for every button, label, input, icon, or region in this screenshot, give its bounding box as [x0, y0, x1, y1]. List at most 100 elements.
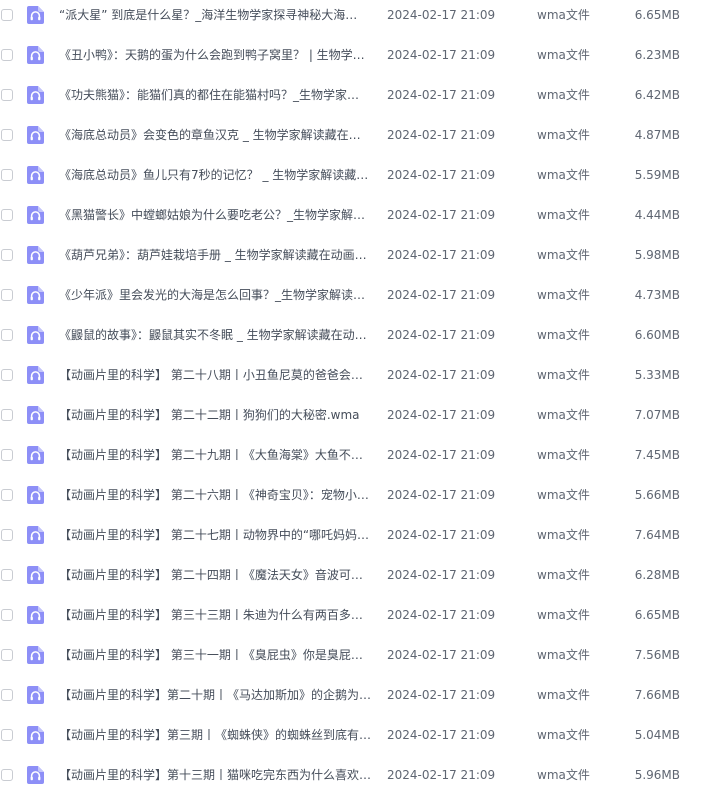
row-checkbox[interactable]	[1, 89, 13, 101]
row-checkbox[interactable]	[1, 609, 13, 621]
file-date: 2024-02-17 21:09	[387, 288, 496, 302]
row-checkbox[interactable]	[1, 129, 13, 141]
row-checkbox[interactable]	[1, 329, 13, 341]
file-name[interactable]: 【动画片里的科学】 第二十九期丨《大鱼海棠》大鱼不是…	[59, 447, 371, 463]
file-name[interactable]: 《鼹鼠的故事》：鼹鼠其实不冬眠 _ 生物学家解读藏在动…	[59, 327, 371, 343]
file-row[interactable]: 【动画片里的科学】 第三十一期丨《臭屁虫》你是臭屁虫… 2024-02-17 2…	[0, 636, 702, 676]
audio-headphones-icon	[27, 286, 44, 304]
file-name[interactable]: 《海底总动员》会变色的章鱼汉克 _ 生物学家解读藏在动…	[59, 127, 371, 143]
file-row[interactable]: 【动画片里的科学】 第三十三期丨朱迪为什么有两百多个… 2024-02-17 2…	[0, 596, 702, 636]
file-name[interactable]: 【动画片里的科学】 第二十四期丨《魔法天女》音波可以…	[59, 567, 371, 583]
file-name[interactable]: 《功夫熊猫》：能猫们真的都住在能猫村吗？_生物学家…	[59, 87, 371, 103]
file-row[interactable]: 【动画片里的科学】第十三期丨猫咪吃完东西为什么喜欢… 2024-02-17 21…	[0, 756, 702, 796]
file-name[interactable]: 【动画片里的科学】 第二十八期丨小丑鱼尼莫的爸爸会变…	[59, 367, 371, 383]
file-row[interactable]: 《黑猫警长》中螳螂姑娘为什么要吃老公？_生物学家解… 2024-02-17 21…	[0, 196, 702, 236]
file-name[interactable]: 《海底总动员》鱼儿只有7秒的记忆？ _ 生物学家解读藏…	[59, 167, 371, 183]
file-row[interactable]: 【动画片里的科学】第三期丨《蜘蛛侠》的蜘蛛丝到底有… 2024-02-17 21…	[0, 716, 702, 756]
file-row[interactable]: 《鼹鼠的故事》：鼹鼠其实不冬眠 _ 生物学家解读藏在动… 2024-02-17 …	[0, 316, 702, 356]
audio-headphones-icon	[27, 446, 44, 464]
row-checkbox[interactable]	[1, 529, 13, 541]
file-row[interactable]: 【动画片里的科学】 第二十四期丨《魔法天女》音波可以… 2024-02-17 2…	[0, 556, 702, 596]
file-type: wma文件	[537, 568, 590, 582]
file-type: wma文件	[537, 608, 590, 622]
file-list: “派大星” 到底是什么星？_海洋生物学家探寻神秘大海… 2024-02-17 2…	[0, 0, 702, 789]
audio-headphones-icon	[27, 326, 44, 344]
file-name[interactable]: “派大星” 到底是什么星？_海洋生物学家探寻神秘大海…	[59, 7, 371, 23]
audio-headphones-icon	[27, 566, 44, 584]
file-name[interactable]: 【动画片里的科学】第十三期丨猫咪吃完东西为什么喜欢…	[59, 767, 371, 783]
file-date: 2024-02-17 21:09	[387, 648, 496, 662]
file-type: wma文件	[537, 248, 590, 262]
audio-headphones-icon	[27, 606, 44, 624]
file-size: 6.28MB	[634, 568, 680, 582]
file-size: 5.98MB	[634, 248, 680, 262]
row-checkbox[interactable]	[1, 449, 13, 461]
file-size: 6.60MB	[634, 328, 680, 342]
file-row[interactable]: 《海底总动员》鱼儿只有7秒的记忆？ _ 生物学家解读藏… 2024-02-17 …	[0, 156, 702, 196]
file-type: wma文件	[537, 8, 590, 22]
file-row[interactable]: 【动画片里的科学】 第二十二期丨狗狗们的大秘密.wma 2024-02-17 2…	[0, 396, 702, 436]
file-type: wma文件	[537, 688, 590, 702]
row-checkbox[interactable]	[1, 9, 13, 21]
file-name[interactable]: 《葫芦兄弟》：葫芦娃栽培手册 _ 生物学家解读藏在动画…	[59, 247, 371, 263]
file-row[interactable]: 【动画片里的科学】 第二十八期丨小丑鱼尼莫的爸爸会变… 2024-02-17 2…	[0, 356, 702, 396]
row-checkbox[interactable]	[1, 649, 13, 661]
row-checkbox[interactable]	[1, 249, 13, 261]
file-type: wma文件	[537, 768, 590, 782]
file-type: wma文件	[537, 528, 590, 542]
file-size: 5.33MB	[634, 368, 680, 382]
file-row[interactable]: 【动画片里的科学】 第二十九期丨《大鱼海棠》大鱼不是… 2024-02-17 2…	[0, 436, 702, 476]
file-size: 6.65MB	[634, 8, 680, 22]
file-row[interactable]: 《少年派》里会发光的大海是怎么回事？_生物学家解读… 2024-02-17 21…	[0, 276, 702, 316]
file-row[interactable]: “派大星” 到底是什么星？_海洋生物学家探寻神秘大海… 2024-02-17 2…	[0, 0, 702, 36]
file-date: 2024-02-17 21:09	[387, 368, 496, 382]
row-checkbox[interactable]	[1, 569, 13, 581]
audio-headphones-icon	[27, 406, 44, 424]
file-size: 4.87MB	[634, 128, 680, 142]
file-size: 7.66MB	[634, 688, 680, 702]
file-row[interactable]: 《葫芦兄弟》：葫芦娃栽培手册 _ 生物学家解读藏在动画… 2024-02-17 …	[0, 236, 702, 276]
file-type: wma文件	[537, 448, 590, 462]
row-checkbox[interactable]	[1, 289, 13, 301]
file-date: 2024-02-17 21:09	[387, 488, 496, 502]
file-name[interactable]: 【动画片里的科学】第三期丨《蜘蛛侠》的蜘蛛丝到底有…	[59, 727, 371, 743]
row-checkbox[interactable]	[1, 49, 13, 61]
file-type: wma文件	[537, 728, 590, 742]
file-row[interactable]: 《功夫熊猫》：能猫们真的都住在能猫村吗？_生物学家… 2024-02-17 21…	[0, 76, 702, 116]
file-date: 2024-02-17 21:09	[387, 208, 496, 222]
row-checkbox[interactable]	[1, 769, 13, 781]
file-name[interactable]: 【动画片里的科学】 第二十六期丨《神奇宝贝》：宠物小…	[59, 487, 371, 503]
file-name[interactable]: 《少年派》里会发光的大海是怎么回事？_生物学家解读…	[59, 287, 371, 303]
file-name[interactable]: 【动画片里的科学】 第二十二期丨狗狗们的大秘密.wma	[59, 407, 371, 423]
audio-headphones-icon	[27, 726, 44, 744]
file-type: wma文件	[537, 328, 590, 342]
file-type: wma文件	[537, 128, 590, 142]
row-checkbox[interactable]	[1, 729, 13, 741]
row-checkbox[interactable]	[1, 409, 13, 421]
file-date: 2024-02-17 21:09	[387, 168, 496, 182]
file-row[interactable]: 【动画片里的科学】 第二十七期丨动物界中的“哪吒妈妈… 2024-02-17 2…	[0, 516, 702, 556]
file-name[interactable]: 《丑小鸭》：天鹅的蛋为什么会跑到鸭子窝里？ | 生物学…	[59, 47, 371, 63]
row-checkbox[interactable]	[1, 489, 13, 501]
row-checkbox[interactable]	[1, 689, 13, 701]
file-name[interactable]: 【动画片里的科学】 第三十一期丨《臭屁虫》你是臭屁虫…	[59, 647, 371, 663]
audio-headphones-icon	[27, 366, 44, 384]
file-name[interactable]: 《黑猫警长》中螳螂姑娘为什么要吃老公？_生物学家解…	[59, 207, 371, 223]
row-checkbox[interactable]	[1, 369, 13, 381]
file-name[interactable]: 【动画片里的科学】 第二十七期丨动物界中的“哪吒妈妈…	[59, 527, 371, 543]
file-size: 6.42MB	[634, 88, 680, 102]
file-type: wma文件	[537, 168, 590, 182]
file-type: wma文件	[537, 48, 590, 62]
row-checkbox[interactable]	[1, 169, 13, 181]
file-date: 2024-02-17 21:09	[387, 528, 496, 542]
file-row[interactable]: 【动画片里的科学】 第二十六期丨《神奇宝贝》：宠物小… 2024-02-17 2…	[0, 476, 702, 516]
file-name[interactable]: 【动画片里的科学】 第三十三期丨朱迪为什么有两百多个…	[59, 607, 371, 623]
file-size: 7.45MB	[634, 448, 680, 462]
row-checkbox[interactable]	[1, 209, 13, 221]
file-date: 2024-02-17 21:09	[387, 448, 496, 462]
file-date: 2024-02-17 21:09	[387, 8, 496, 22]
file-row[interactable]: 《海底总动员》会变色的章鱼汉克 _ 生物学家解读藏在动… 2024-02-17 …	[0, 116, 702, 156]
file-row[interactable]: 《丑小鸭》：天鹅的蛋为什么会跑到鸭子窝里？ | 生物学… 2024-02-17 …	[0, 36, 702, 76]
file-row[interactable]: 【动画片里的科学】第二十期丨《马达加斯加》的企鹅为… 2024-02-17 21…	[0, 676, 702, 716]
file-name[interactable]: 【动画片里的科学】第二十期丨《马达加斯加》的企鹅为…	[59, 687, 371, 703]
